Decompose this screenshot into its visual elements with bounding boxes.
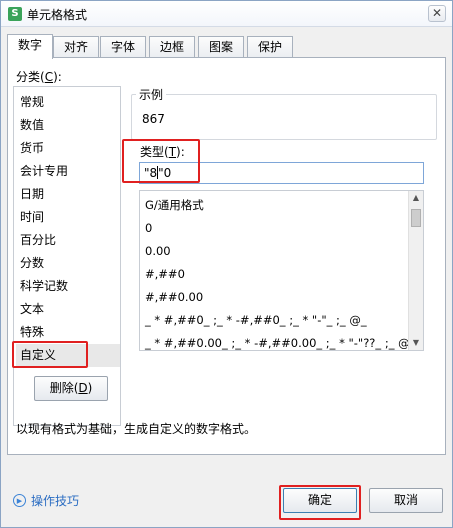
tab-pattern[interactable]: 图案 — [198, 36, 244, 58]
category-item-currency[interactable]: 货币 — [20, 137, 120, 160]
category-item-date[interactable]: 日期 — [20, 183, 120, 206]
format-list-scrollbar[interactable]: ▲ ▼ — [408, 191, 423, 350]
scroll-thumb[interactable] — [411, 209, 421, 227]
category-label: 分类(C): — [16, 70, 62, 84]
format-item[interactable]: 0.00 — [145, 240, 171, 262]
category-item-text[interactable]: 文本 — [20, 298, 120, 321]
scroll-down-icon[interactable]: ▼ — [409, 336, 423, 350]
category-item-fraction[interactable]: 分数 — [20, 252, 120, 275]
delete-button[interactable]: 删除(D) — [34, 376, 108, 401]
category-list[interactable]: 常规 数值 货币 会计专用 日期 时间 百分比 分数 科学记数 文本 特殊 自定… — [13, 86, 121, 426]
format-cells-dialog: S 单元格格式 ✕ 数字 对齐 字体 边框 图案 保护 分类(C): 常规 数值… — [0, 0, 453, 528]
format-item[interactable]: G/通用格式 — [145, 194, 204, 216]
sample-group — [131, 94, 437, 140]
category-item-accounting[interactable]: 会计专用 — [20, 160, 120, 183]
dialog-title: 单元格格式 — [27, 8, 88, 22]
format-item[interactable]: #,##0 — [145, 263, 185, 285]
ok-button[interactable]: 确定 — [283, 488, 357, 513]
format-item[interactable]: _ * #,##0_ ;_ * -#,##0_ ;_ * "-"_ ;_ @_ — [145, 309, 367, 331]
tab-alignment[interactable]: 对齐 — [53, 36, 99, 58]
tips-label: 操作技巧 — [31, 494, 80, 508]
type-input[interactable]: "8"0 — [139, 162, 424, 184]
category-item-number[interactable]: 数值 — [20, 114, 120, 137]
close-icon: ✕ — [431, 6, 443, 20]
title-bar: S 单元格格式 ✕ — [1, 1, 452, 27]
tab-border[interactable]: 边框 — [149, 36, 195, 58]
category-item-time[interactable]: 时间 — [20, 206, 120, 229]
tab-font[interactable]: 字体 — [100, 36, 146, 58]
category-item-scientific[interactable]: 科学记数 — [20, 275, 120, 298]
tab-number[interactable]: 数字 — [7, 34, 53, 59]
category-item-special[interactable]: 特殊 — [20, 321, 120, 344]
category-item-custom[interactable]: 自定义 — [16, 344, 120, 367]
format-item[interactable]: _ * #,##0.00_ ;_ * -#,##0.00_ ;_ * "-"??… — [145, 332, 415, 350]
description-text: 以现有格式为基础，生成自定义的数字格式。 — [16, 422, 257, 436]
category-item-general[interactable]: 常规 — [20, 91, 120, 114]
cancel-button[interactable]: 取消 — [369, 488, 443, 513]
tab-protection[interactable]: 保护 — [247, 36, 293, 58]
category-item-percentage[interactable]: 百分比 — [20, 229, 120, 252]
number-tab-panel: 分类(C): 常规 数值 货币 会计专用 日期 时间 百分比 分数 科学记数 文… — [7, 57, 446, 455]
sample-value: 867 — [142, 112, 165, 126]
type-label: 类型(T): — [140, 145, 185, 159]
sample-caption: 示例 — [136, 86, 167, 103]
play-icon: ▶ — [13, 494, 26, 507]
format-item[interactable]: 0 — [145, 217, 152, 239]
close-button[interactable]: ✕ — [428, 5, 446, 22]
format-list[interactable]: G/通用格式 0 0.00 #,##0 #,##0.00 _ * #,##0_ … — [139, 190, 424, 351]
app-icon: S — [8, 7, 22, 21]
scroll-up-icon[interactable]: ▲ — [409, 191, 423, 205]
format-item[interactable]: #,##0.00 — [145, 286, 203, 308]
